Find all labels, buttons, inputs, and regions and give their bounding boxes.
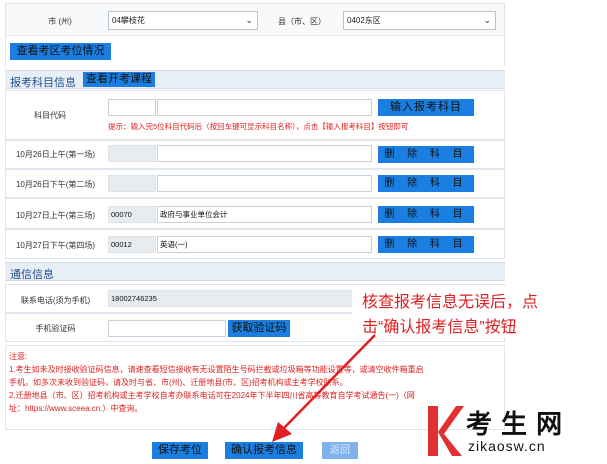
city-select-value: 04攀枝花: [112, 16, 145, 25]
save-seat-button[interactable]: 保存考位: [152, 442, 208, 459]
session-code-field: [108, 145, 156, 162]
subject-code-input[interactable]: [108, 99, 156, 116]
logo-k-icon: [428, 406, 464, 456]
session-code-field: [108, 175, 156, 192]
chevron-down-icon: ⌄: [483, 15, 491, 25]
delete-subject-button[interactable]: 删 除 科 目: [378, 146, 474, 163]
session-code-field: 00070: [108, 206, 156, 223]
verify-code-label: 手机验证码: [35, 324, 76, 333]
session-name-field: [157, 175, 372, 192]
chevron-down-icon: ⌄: [245, 15, 253, 25]
watermark-url: zikaosw.cn: [468, 438, 546, 454]
session-label: 10月26日下午(第二场): [15, 180, 96, 189]
view-seats-button[interactable]: 查看考区考位情况: [10, 43, 111, 60]
delete-subject-button[interactable]: 删 除 科 目: [378, 175, 474, 192]
session-name-field: 英语(一): [157, 236, 372, 253]
city-select[interactable]: 04攀枝花 ⌄: [108, 11, 258, 30]
session-name-field: [157, 145, 372, 162]
session-label: 10月27日上午(第三场): [15, 211, 96, 220]
subject-section-header: 报考科目信息: [5, 70, 505, 89]
verify-code-input[interactable]: [108, 320, 226, 337]
district-label: 县（市、区）: [278, 17, 326, 26]
session-code-field: 00012: [108, 236, 156, 253]
contact-section-header: 通信信息: [5, 262, 505, 281]
subject-section-title: 报考科目信息: [10, 77, 76, 89]
district-select[interactable]: 0402东区 ⌄: [343, 11, 496, 30]
watermark-text: 考 生 网: [466, 410, 563, 440]
contact-section-title: 通信信息: [10, 269, 54, 281]
district-select-value: 0402东区: [347, 16, 381, 25]
enter-subject-button[interactable]: 输入报考科目: [378, 99, 474, 116]
subject-name-display: [157, 99, 372, 116]
phone-input[interactable]: 18002746235: [108, 290, 368, 307]
view-courses-button[interactable]: 查看开考课程: [83, 72, 155, 87]
subject-hint: 提示：输入完5位科目代码后（按回车键可显示科目名称），点击【输入报考科目】按钮即…: [108, 122, 409, 131]
delete-subject-button[interactable]: 删 除 科 目: [378, 206, 474, 223]
annotation-line: 核查报考信息无误后，点: [362, 294, 539, 311]
arrow-icon: [272, 334, 376, 442]
session-name-field: 政府与事业单位会计: [157, 206, 372, 223]
subject-code-label: 科目代码: [34, 111, 66, 120]
session-label: 10月26日上午(第一场): [15, 150, 96, 159]
city-label: 市 (州): [48, 17, 72, 26]
phone-label: 联系电话(须为手机): [20, 296, 91, 305]
delete-subject-button[interactable]: 删 除 科 目: [378, 236, 474, 253]
session-label: 10月27日下午(第四场): [15, 241, 96, 250]
